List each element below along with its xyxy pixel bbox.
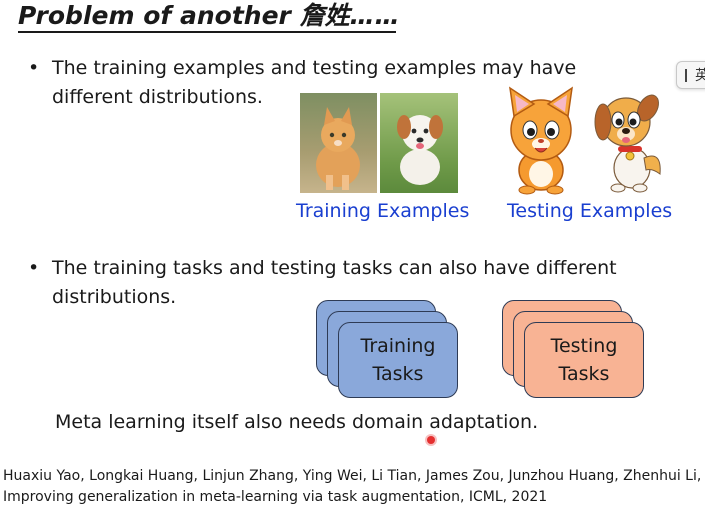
ime-bar-icon [685, 69, 687, 82]
reference-citation: Huaxiu Yao, Longkai Huang, Linjun Zhang,… [3, 468, 702, 505]
slide-title: Problem of another 詹姓…… [18, 1, 400, 30]
training-tasks-stack: Training Tasks [316, 300, 461, 406]
training-tasks-label: Training Tasks [360, 335, 436, 385]
meta-learning-statement: Meta learning itself also needs domain a… [55, 411, 539, 433]
bullet-dot: • [28, 257, 40, 279]
training-examples-caption: Training Examples [296, 200, 470, 222]
pointer-cursor-icon [427, 436, 435, 444]
bullet-dot: • [28, 57, 40, 79]
puppy-photo [380, 93, 458, 193]
testing-examples-caption: Testing Examples [507, 200, 673, 222]
training-tasks-card: Training Tasks [338, 322, 458, 398]
title-underline [18, 31, 396, 33]
ime-language-char: 英 [695, 68, 705, 84]
ime-indicator[interactable]: 英 [676, 61, 705, 89]
testing-tasks-stack: Testing Tasks [502, 300, 647, 406]
cartoon-cat-icon [500, 86, 582, 200]
cartoon-dog-icon [588, 88, 666, 200]
testing-tasks-label: Testing Tasks [550, 335, 618, 385]
kitten-photo [300, 93, 377, 193]
testing-tasks-card: Testing Tasks [524, 322, 644, 398]
